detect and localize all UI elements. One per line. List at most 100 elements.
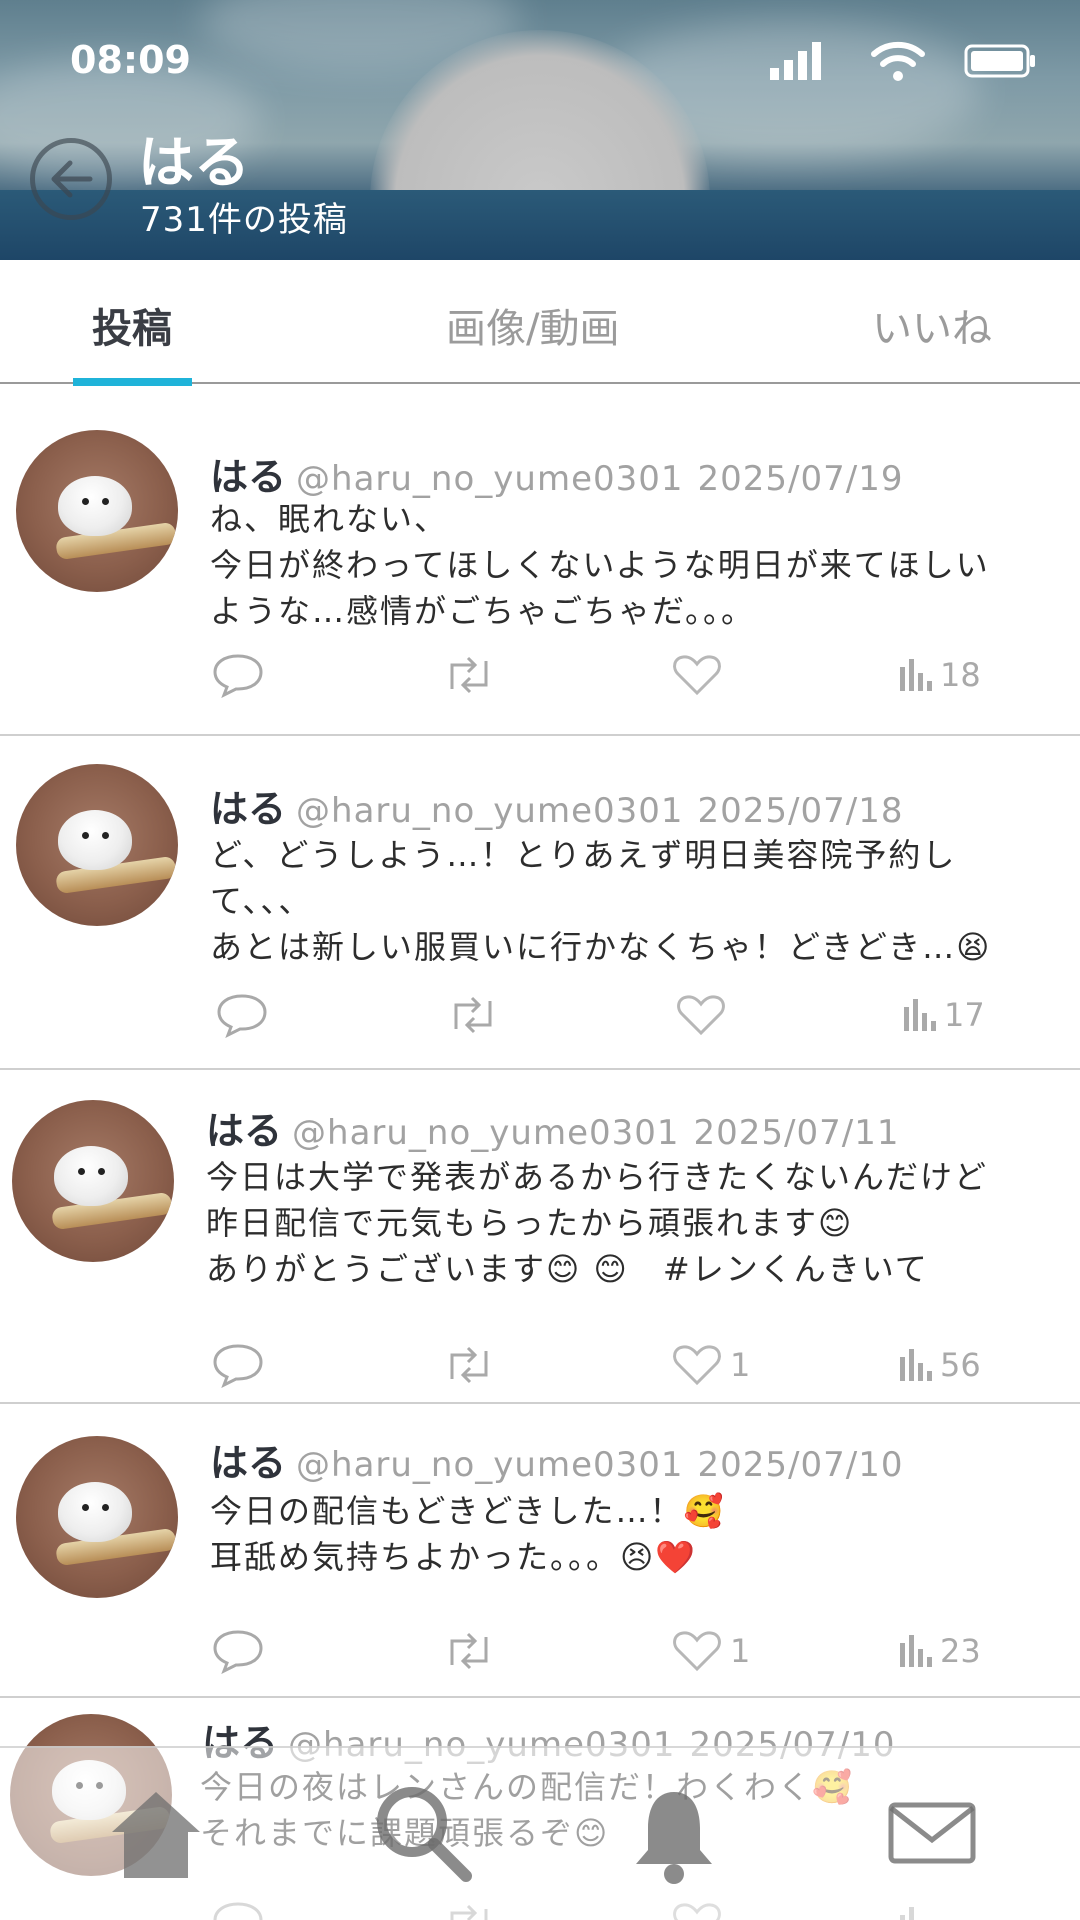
post-item[interactable]: はる @haru_no_yume0301 2025/07/10 今日の配信もどきどき… bbox=[0, 1404, 1080, 1698]
post-text-line: ような…感情がごちゃごちゃだ。。。 bbox=[210, 592, 756, 630]
post-header: はる @haru_no_yume0301 2025/07/19 bbox=[210, 446, 903, 501]
post-text-line: て、、、 bbox=[210, 882, 313, 920]
nav-messages-button[interactable] bbox=[888, 1802, 976, 1868]
tab-posts[interactable]: 投稿 bbox=[92, 296, 172, 354]
post-author-handle[interactable]: @haru_no_yume0301 bbox=[296, 459, 684, 499]
bar-chart-icon bbox=[898, 1347, 932, 1383]
like-count: 1 bbox=[730, 1346, 751, 1384]
view-count: 56 bbox=[940, 1346, 981, 1384]
post-author-name[interactable]: はる bbox=[206, 1109, 282, 1153]
post-count: 731件の投稿 bbox=[140, 200, 348, 240]
avatar[interactable] bbox=[16, 764, 178, 926]
tab-likes[interactable]: いいね bbox=[872, 296, 992, 354]
heart-icon bbox=[672, 1343, 722, 1387]
status-time: 08:09 bbox=[70, 38, 191, 82]
post-item[interactable]: はる @haru_no_yume0301 2025/07/19 ね、眠れない、今日が… bbox=[0, 386, 1080, 736]
heart-icon bbox=[672, 653, 722, 697]
views-button[interactable]: 17 bbox=[902, 990, 985, 1040]
post-date: 2025/07/11 bbox=[693, 1113, 900, 1153]
view-count: 18 bbox=[940, 656, 981, 694]
repost-icon bbox=[448, 993, 498, 1037]
post-author-handle[interactable]: @haru_no_yume0301 bbox=[292, 1113, 680, 1153]
post-text-line: ね、眠れない、 bbox=[210, 500, 449, 538]
repost-button[interactable] bbox=[444, 1626, 494, 1676]
post-text-line: あとは新しい服買いに行かなくちゃ！どきどき…😫 bbox=[210, 928, 992, 966]
post-text-line: 今日が終わってほしくないような明日が来てほしい bbox=[210, 546, 990, 584]
post-header: はる @haru_no_yume0301 2025/07/18 bbox=[210, 778, 903, 833]
heart-icon bbox=[676, 993, 726, 1037]
post-actions: 18 bbox=[212, 650, 1032, 706]
post-actions: 17 bbox=[216, 990, 1036, 1046]
post-header: はる @haru_no_yume0301 2025/07/11 bbox=[206, 1100, 899, 1155]
post-date: 2025/07/19 bbox=[697, 459, 904, 499]
bell-icon bbox=[636, 1792, 712, 1884]
like-button[interactable] bbox=[676, 990, 734, 1040]
speech-bubble-icon bbox=[216, 992, 268, 1038]
bottom-navigation bbox=[0, 1746, 1080, 1920]
post-author-name[interactable]: はる bbox=[210, 1441, 286, 1485]
reply-button[interactable] bbox=[216, 990, 268, 1040]
post-item[interactable]: はる @haru_no_yume0301 2025/07/18 ど、どうしよう…！と… bbox=[0, 736, 1080, 1070]
post-author-name[interactable]: はる bbox=[210, 455, 286, 499]
nav-home-button[interactable] bbox=[108, 1788, 204, 1884]
post-text-line: 耳舐め気持ちよかった。。。😣❤️ bbox=[210, 1538, 698, 1576]
post-body: 今日の配信もどきどきした…！🥰 耳舐め気持ちよかった。。。😣❤️ bbox=[210, 1488, 725, 1580]
arrow-left-icon bbox=[51, 160, 93, 198]
avatar[interactable] bbox=[16, 1436, 178, 1598]
views-button[interactable]: 23 bbox=[898, 1626, 981, 1676]
speech-bubble-icon bbox=[212, 1628, 264, 1674]
post-actions: 1 23 bbox=[212, 1626, 1032, 1682]
repost-icon bbox=[444, 1629, 494, 1673]
reply-button[interactable] bbox=[212, 1340, 264, 1390]
status-bar: 08:09 bbox=[0, 0, 1080, 120]
repost-icon bbox=[444, 653, 494, 697]
wifi-icon bbox=[871, 41, 925, 81]
view-count: 23 bbox=[940, 1632, 981, 1670]
post-date: 2025/07/18 bbox=[697, 791, 904, 831]
profile-header: 08:09 はる 731件の投稿 bbox=[0, 0, 1080, 260]
speech-bubble-icon bbox=[212, 652, 264, 698]
bar-chart-icon bbox=[902, 997, 936, 1033]
views-button[interactable]: 18 bbox=[898, 650, 981, 700]
post-header: はる @haru_no_yume0301 2025/07/10 bbox=[210, 1432, 903, 1487]
post-body: 今日は大学で発表があるから行きたくないんだけど 昨日配信で元気もらったから頑張れま… bbox=[206, 1154, 988, 1292]
view-count: 17 bbox=[944, 996, 985, 1034]
avatar[interactable] bbox=[12, 1100, 174, 1262]
post-date: 2025/07/10 bbox=[697, 1445, 904, 1485]
mail-icon bbox=[888, 1802, 976, 1864]
post-text-line: ど、どうしよう…！とりあえず明日美容院予約し bbox=[210, 836, 957, 874]
repost-button[interactable] bbox=[448, 990, 498, 1040]
post-body: ど、どうしよう…！とりあえず明日美容院予約し て、、、あとは新しい服買いに行かなく… bbox=[210, 832, 991, 970]
tab-media[interactable]: 画像/動画 bbox=[446, 296, 619, 354]
search-icon bbox=[377, 1787, 472, 1882]
post-body: ね、眠れない、今日が終わってほしくないような明日が来てほしい ような…感情がごちゃ… bbox=[210, 496, 990, 634]
bar-chart-icon bbox=[898, 1633, 932, 1669]
post-item[interactable]: はる @haru_no_yume0301 2025/07/11 今日は大学で発表があ… bbox=[0, 1070, 1080, 1404]
home-icon bbox=[112, 1792, 200, 1878]
post-text-line: ありがとうございます😊 😊 #レンくんきいて bbox=[206, 1250, 929, 1288]
avatar[interactable] bbox=[16, 430, 178, 592]
repost-icon bbox=[444, 1343, 494, 1387]
speech-bubble-icon bbox=[212, 1342, 264, 1388]
like-button[interactable]: 1 bbox=[672, 1626, 750, 1676]
post-text-line: 今日の配信もどきどきした…！🥰 bbox=[210, 1492, 726, 1530]
like-button[interactable] bbox=[672, 650, 730, 700]
profile-tabs: 投稿 画像/動画 いいね bbox=[0, 260, 1080, 388]
post-text-line: 今日は大学で発表があるから行きたくないんだけど bbox=[206, 1158, 989, 1196]
repost-button[interactable] bbox=[444, 1340, 494, 1390]
reply-button[interactable] bbox=[212, 1626, 264, 1676]
post-text-line: 昨日配信で元気もらったから頑張れます😊 bbox=[206, 1204, 854, 1242]
views-button[interactable]: 56 bbox=[898, 1340, 981, 1390]
like-button[interactable]: 1 bbox=[672, 1340, 750, 1390]
post-author-handle[interactable]: @haru_no_yume0301 bbox=[296, 791, 684, 831]
nav-search-button[interactable] bbox=[372, 1782, 472, 1886]
reply-button[interactable] bbox=[212, 650, 264, 700]
heart-icon bbox=[672, 1629, 722, 1673]
repost-button[interactable] bbox=[444, 650, 494, 700]
post-author-handle[interactable]: @haru_no_yume0301 bbox=[296, 1445, 684, 1485]
post-actions: 1 56 bbox=[212, 1340, 1032, 1396]
post-author-name[interactable]: はる bbox=[210, 787, 286, 831]
signal-icon bbox=[770, 42, 821, 80]
back-button[interactable] bbox=[30, 138, 112, 220]
nav-notifications-button[interactable] bbox=[626, 1786, 722, 1890]
